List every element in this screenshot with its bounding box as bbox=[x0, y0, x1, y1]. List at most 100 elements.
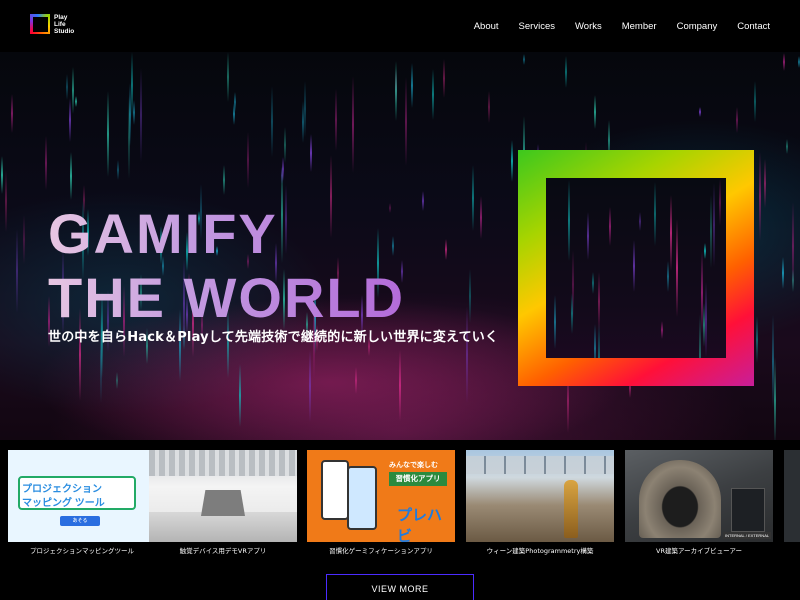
light-streak bbox=[116, 372, 118, 389]
work-card[interactable]: みんなで楽しむ 習慣化アプリ プレハビ 習慣化ゲーミフィケーションアプリ bbox=[307, 450, 455, 555]
nav-contact[interactable]: Contact bbox=[737, 21, 770, 32]
work-thumbnail bbox=[466, 450, 614, 542]
light-streak bbox=[699, 314, 701, 358]
logo[interactable]: Play Life Studio bbox=[30, 14, 74, 35]
logo-text: Play Life Studio bbox=[54, 14, 74, 35]
work-thumbnail: INTERNAL / EXTERNAL bbox=[625, 450, 773, 542]
logo-line-3: Studio bbox=[54, 28, 75, 35]
light-streak bbox=[23, 215, 25, 264]
nav-services[interactable]: Services bbox=[519, 21, 555, 32]
light-streak bbox=[405, 77, 407, 166]
light-streak bbox=[11, 94, 13, 133]
light-streak bbox=[565, 56, 567, 88]
thumb-arch bbox=[639, 460, 721, 538]
thumb-figure bbox=[564, 480, 578, 538]
light-streak bbox=[667, 261, 669, 292]
gradient-square-frame bbox=[518, 150, 754, 386]
light-streak bbox=[271, 86, 273, 157]
light-streak bbox=[223, 165, 225, 195]
light-streak bbox=[355, 367, 357, 394]
light-streak bbox=[633, 240, 635, 292]
work-thumbnail: みんなで楽しむ 習慣化アプリ プレハビ bbox=[307, 450, 455, 542]
light-streak bbox=[352, 76, 354, 173]
work-card[interactable]: ウィーン建築Photogrammetry構築 bbox=[466, 450, 614, 555]
nav-company[interactable]: Company bbox=[677, 21, 718, 32]
light-streak bbox=[736, 107, 738, 133]
light-streak bbox=[774, 357, 776, 440]
nav-works[interactable]: Works bbox=[575, 21, 602, 32]
light-streak bbox=[756, 316, 758, 363]
light-streak bbox=[72, 67, 74, 114]
light-streak bbox=[310, 134, 312, 172]
thumb-button: あそる bbox=[60, 516, 100, 526]
work-caption: VR建築アーカイブビューアー bbox=[656, 547, 742, 555]
light-streak bbox=[792, 269, 794, 292]
light-streak bbox=[133, 100, 135, 125]
light-streak bbox=[16, 229, 18, 313]
view-more-button[interactable]: VIEW MORE bbox=[326, 574, 474, 600]
light-streak bbox=[592, 272, 594, 294]
work-card[interactable]: プロジェクション マッピング ツール あそる プロジェクションマッピングツール bbox=[8, 450, 156, 555]
gradient-square-frame-inner bbox=[546, 178, 726, 358]
light-streak bbox=[676, 219, 678, 317]
nav-about[interactable]: About bbox=[474, 21, 499, 32]
light-streak bbox=[587, 212, 589, 260]
light-streak bbox=[568, 180, 570, 261]
work-card[interactable]: 触覚デバイス用デモVRアプリ bbox=[149, 450, 297, 555]
light-streak bbox=[466, 306, 468, 403]
phone-mockup bbox=[347, 466, 377, 530]
thumb-object bbox=[201, 490, 245, 516]
light-streak bbox=[594, 324, 596, 358]
light-streak bbox=[654, 182, 656, 246]
light-streak bbox=[661, 321, 663, 339]
hero-section: GAMIFY THE WORLD 世の中を自らHack＆Playして先端技術で継… bbox=[0, 52, 800, 440]
work-card-partial[interactable] bbox=[784, 450, 800, 542]
work-caption: プロジェクションマッピングツール bbox=[30, 547, 134, 555]
light-streak bbox=[445, 239, 447, 260]
thumb-text: プロジェクション bbox=[22, 484, 102, 495]
work-thumbnail bbox=[784, 450, 800, 542]
light-streak bbox=[703, 303, 705, 347]
thumb-logo: プレハビ bbox=[397, 507, 443, 542]
light-streak bbox=[66, 74, 68, 100]
work-caption: 習慣化ゲーミフィケーションアプリ bbox=[329, 547, 433, 555]
light-streak bbox=[598, 272, 600, 331]
works-carousel: プロジェクション マッピング ツール あそる プロジェクションマッピングツール … bbox=[0, 440, 800, 560]
work-thumbnail: プロジェクション マッピング ツール あそる bbox=[8, 450, 156, 542]
work-card[interactable]: INTERNAL / EXTERNAL VR建築アーカイブビューアー bbox=[625, 450, 773, 555]
light-streak bbox=[247, 132, 249, 188]
light-streak bbox=[422, 191, 424, 211]
main-nav: About Services Works Member Company Cont… bbox=[454, 0, 770, 52]
light-streak bbox=[117, 160, 119, 180]
light-streak bbox=[571, 293, 573, 334]
thumb-tag: INTERNAL / EXTERNAL bbox=[723, 532, 772, 539]
light-streak bbox=[304, 81, 306, 137]
thumb-text: 習慣化アプリ bbox=[389, 472, 447, 486]
light-streak bbox=[710, 195, 712, 268]
light-streak bbox=[70, 152, 72, 200]
site-header: Play Life Studio About Services Works Me… bbox=[0, 0, 800, 52]
logo-line-2: Life bbox=[54, 21, 66, 28]
light-streak bbox=[335, 89, 337, 151]
thumb-panel bbox=[731, 488, 765, 532]
hero-title: GAMIFY THE WORLD bbox=[48, 202, 405, 330]
light-streak bbox=[5, 170, 7, 232]
light-streak bbox=[309, 350, 311, 422]
logo-mark-icon bbox=[30, 14, 50, 34]
thumb-floor bbox=[149, 512, 297, 542]
work-caption: ウィーン建築Photogrammetry構築 bbox=[486, 547, 594, 555]
light-streak bbox=[705, 282, 707, 357]
light-streak bbox=[764, 159, 766, 208]
light-streak bbox=[69, 98, 71, 142]
light-streak bbox=[227, 52, 229, 102]
light-streak bbox=[469, 269, 471, 323]
light-streak bbox=[594, 95, 596, 129]
nav-member[interactable]: Member bbox=[622, 21, 657, 32]
light-streak bbox=[719, 179, 721, 226]
light-streak bbox=[488, 91, 490, 123]
light-streak bbox=[233, 103, 235, 125]
work-thumbnail bbox=[149, 450, 297, 542]
light-streak bbox=[284, 127, 286, 163]
light-streak bbox=[399, 350, 401, 421]
light-streak bbox=[239, 364, 241, 427]
